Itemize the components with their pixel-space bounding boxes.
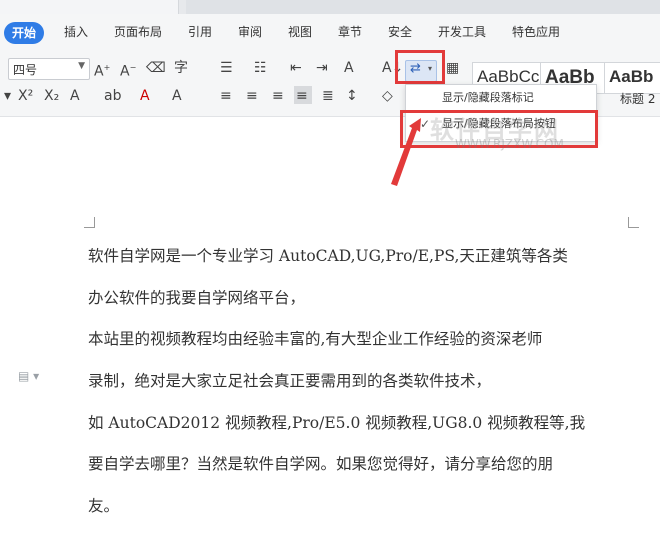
doc-line-1: 软件自学网是一个专业学习 AutoCAD,UG,Pro/E,PS,天正建筑等各类 bbox=[88, 247, 568, 265]
doc-line-4: 录制，绝对是大家立足社会真正要需用到的各类软件技术， bbox=[88, 372, 492, 390]
style-heading2-label: AaBb bbox=[609, 67, 654, 86]
table-border-icon[interactable]: ▦ bbox=[446, 59, 459, 77]
doc-line-7: 友。 bbox=[88, 497, 120, 515]
menu-item-toggle-para-marks[interactable]: 显示/隐藏段落标记 bbox=[406, 87, 596, 109]
tab-start[interactable]: 开始 bbox=[4, 22, 44, 44]
tab-developer[interactable]: 开发工具 bbox=[438, 22, 486, 42]
red-arrow-icon bbox=[391, 118, 421, 186]
heading2-caption: 标题 2 bbox=[620, 92, 656, 106]
tab-review[interactable]: 审阅 bbox=[238, 22, 262, 42]
tab-page-layout[interactable]: 页面布局 bbox=[114, 22, 162, 42]
font-effect-icon[interactable]: A bbox=[70, 87, 80, 105]
align-right-icon[interactable]: ≡ bbox=[272, 87, 284, 105]
margin-corner-right bbox=[628, 217, 639, 228]
justify-icon[interactable]: ≡ bbox=[296, 87, 308, 105]
chevron-down-icon: ▼ bbox=[78, 61, 85, 71]
window-tab-strip bbox=[0, 0, 660, 14]
align-left-icon[interactable]: ≡ bbox=[220, 87, 232, 105]
doc-line-3: 本站里的视频教程均由经验丰富的,有大型企业工作经验的资深老师 bbox=[88, 330, 543, 348]
align-center-icon[interactable]: ≡ bbox=[246, 87, 258, 105]
tab-strip-empty bbox=[186, 0, 660, 14]
document-page[interactable]: ▤ ▾ 软件自学网是一个专业学习 AutoCAD,UG,Pro/E,PS,天正建… bbox=[0, 117, 660, 552]
tab-insert[interactable]: 插入 bbox=[64, 22, 88, 42]
bullet-list-icon[interactable]: ☰ bbox=[220, 59, 233, 77]
tab-references[interactable]: 引用 bbox=[188, 22, 212, 42]
line-spacing-icon[interactable]: ↕ bbox=[346, 87, 358, 105]
font-size-select[interactable]: 四号 ▼ bbox=[8, 58, 90, 80]
doc-line-6: 要自学去哪里？当然是软件自学网。如果您觉得好，请分享给您的朋 bbox=[88, 455, 554, 473]
tab-security[interactable]: 安全 bbox=[388, 22, 412, 42]
shading-icon[interactable]: ◇ bbox=[382, 87, 393, 105]
font-size-value: 四号 bbox=[13, 63, 38, 77]
margin-corner-left bbox=[84, 217, 95, 228]
highlight-icon[interactable]: ab bbox=[104, 87, 121, 105]
paragraph-layout-icon[interactable]: ▤ ▾ bbox=[18, 369, 39, 383]
doc-line-5: 如 AutoCAD2012 视频教程,Pro/E5.0 视频教程,UG8.0 视… bbox=[88, 414, 586, 432]
phonetic-guide-icon[interactable]: 字 bbox=[174, 59, 188, 77]
increase-indent-icon[interactable]: ⇥ bbox=[316, 59, 328, 77]
tab-special[interactable]: 特色应用 bbox=[512, 22, 560, 42]
tab-chapter[interactable]: 章节 bbox=[338, 22, 362, 42]
tab-view[interactable]: 视图 bbox=[288, 22, 312, 42]
text-effect-icon[interactable]: A bbox=[344, 59, 354, 77]
chevron-down-icon-2[interactable]: ▾ bbox=[4, 87, 11, 105]
ribbon-menubar: 开始 插入 页面布局 引用 审阅 视图 章节 安全 开发工具 特色应用 bbox=[0, 14, 660, 50]
subscript-icon[interactable]: X₂ bbox=[44, 87, 59, 105]
grow-font-icon[interactable]: A+ bbox=[94, 59, 110, 81]
numbered-list-icon[interactable]: ☷ bbox=[254, 59, 267, 77]
doc-line-2: 办公软件的我要自学网络平台， bbox=[88, 289, 306, 307]
distribute-icon[interactable]: ≣ bbox=[322, 87, 334, 105]
menu-item-label-1: 显示/隐藏段落标记 bbox=[442, 91, 534, 104]
highlight-box-button bbox=[395, 50, 445, 84]
watermark-url: WWW.RJZXW.COM bbox=[455, 137, 564, 151]
decrease-indent-icon[interactable]: ⇤ bbox=[290, 59, 302, 77]
char-shading-icon[interactable]: A bbox=[172, 87, 182, 105]
shrink-font-icon[interactable]: A− bbox=[120, 59, 136, 81]
clear-format-icon[interactable]: ⌫ bbox=[146, 59, 166, 77]
superscript-icon[interactable]: X² bbox=[18, 87, 33, 105]
font-color-icon[interactable]: A bbox=[140, 87, 150, 105]
document-tab[interactable] bbox=[0, 0, 179, 14]
